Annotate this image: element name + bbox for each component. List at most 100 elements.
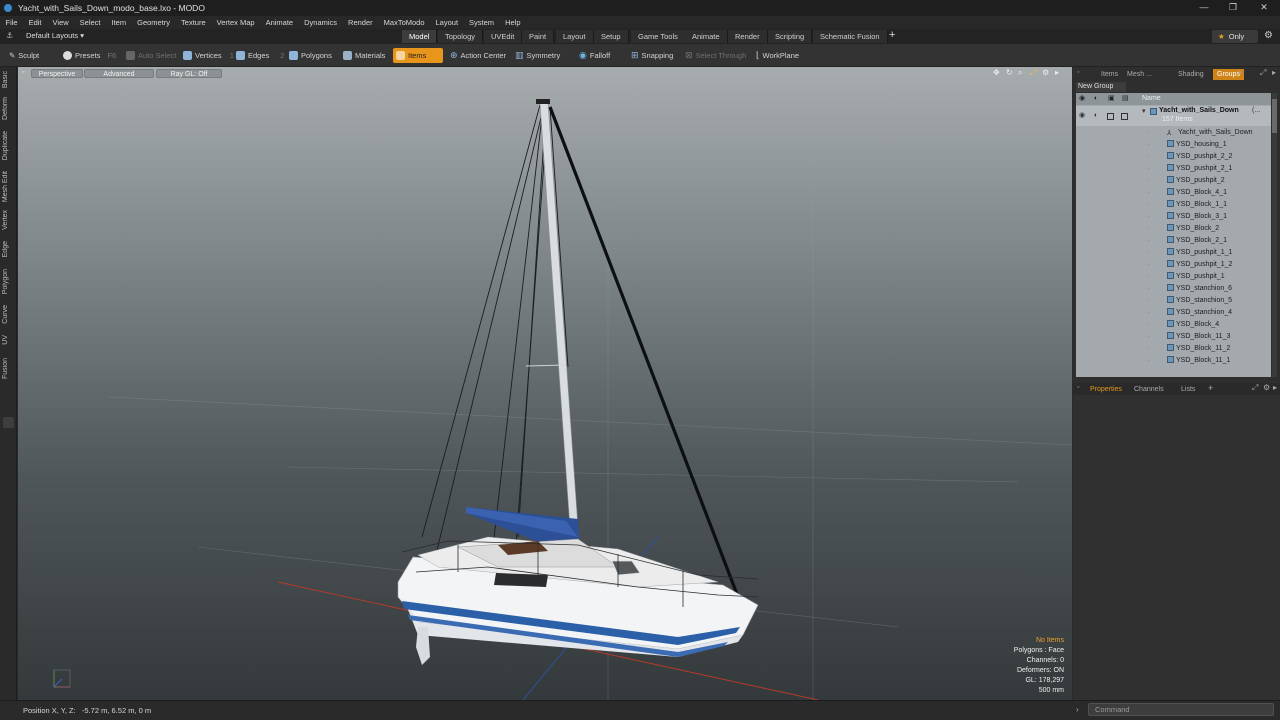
props-menu-icon[interactable]: ◦	[1077, 384, 1079, 391]
sculpt-button[interactable]: ✎ Sculpt	[6, 48, 43, 63]
menu-render[interactable]: Render	[343, 18, 379, 27]
panel-expand-icon[interactable]: ⤢	[1260, 68, 1266, 78]
new-group-button[interactable]: New Group	[1076, 82, 1126, 92]
tab-items[interactable]: Items	[1097, 69, 1122, 80]
tab-channels[interactable]: Channels	[1130, 384, 1168, 395]
menu-texture[interactable]: Texture	[176, 18, 212, 27]
tree-item-row[interactable]: · YSD_pushpit_1_2	[1076, 259, 1271, 271]
props-settings-icon[interactable]: ⚙	[1263, 383, 1270, 392]
menu-view[interactable]: View	[47, 18, 74, 27]
expand-arrow[interactable]: ▾	[1142, 106, 1146, 118]
menu-select[interactable]: Select	[74, 18, 106, 27]
tree-item-row[interactable]: · YSD_stanchion_6	[1076, 283, 1271, 295]
props-expand-icon[interactable]: ⤢	[1252, 383, 1258, 393]
menu-layout[interactable]: Layout	[430, 18, 464, 27]
tab-duplicate[interactable]: Duplicate	[2, 131, 9, 160]
tab-scroll-button[interactable]	[3, 417, 14, 428]
tab-uv[interactable]: UV	[2, 335, 9, 345]
tree-item-row[interactable]: · YSD_pushpit_2	[1076, 175, 1271, 187]
tab-edge[interactable]: Edge	[2, 241, 9, 257]
close-button[interactable]: ✕	[1248, 0, 1280, 16]
tab-render[interactable]: Render	[728, 30, 768, 43]
tab-uvedit[interactable]: UVEdit	[484, 30, 523, 43]
tree-item-row[interactable]: · YSD_Block_4	[1076, 319, 1271, 331]
tree-item-row[interactable]: · YSD_Block_11_2	[1076, 343, 1271, 355]
gear-icon[interactable]: ⚙	[1264, 30, 1273, 41]
tree-item-row[interactable]: · YSD_stanchion_4	[1076, 307, 1271, 319]
tree-item-row[interactable]: · YSD_pushpit_2_2	[1076, 151, 1271, 163]
tab-setup[interactable]: Setup	[594, 30, 629, 43]
menu-help[interactable]: Help	[500, 18, 526, 27]
menu-geometry[interactable]: Geometry	[132, 18, 176, 27]
edges-button[interactable]: Edges 2	[233, 48, 288, 63]
snapping-button[interactable]: ⊞ Snapping	[628, 48, 677, 63]
materials-button[interactable]: Materials	[340, 48, 389, 63]
workplane-button[interactable]: ⌊ WorkPlane	[753, 48, 803, 63]
items-button[interactable]: Items	[393, 48, 443, 63]
layout-dropdown[interactable]: Default Layouts ▾	[26, 31, 84, 40]
menu-system[interactable]: System	[464, 18, 500, 27]
tree-item-row[interactable]: · YSD_Block_4_1	[1076, 187, 1271, 199]
render-toggle[interactable]: ◐	[1094, 110, 1098, 122]
tree-item-row[interactable]: · YSD_Block_2	[1076, 223, 1271, 235]
vertices-button[interactable]: Vertices 1	[180, 48, 238, 63]
panel-next-icon[interactable]: ▸	[1272, 68, 1276, 77]
falloff-button[interactable]: ◉ Falloff	[576, 48, 614, 63]
menu-dynamics[interactable]: Dynamics	[299, 18, 343, 27]
menu-animate[interactable]: Animate	[260, 18, 299, 27]
tab-layout[interactable]: Layout	[556, 30, 594, 43]
panel-menu-icon[interactable]: ◦	[1077, 69, 1079, 76]
tab-dropdown-icon[interactable]: ▾	[1238, 69, 1242, 77]
tree-item-row[interactable]: · YSD_Block_1_1	[1076, 199, 1271, 211]
menu-edit[interactable]: Edit	[23, 18, 47, 27]
select-through-button[interactable]: ⊠ Select Through	[682, 48, 750, 63]
tab-topology[interactable]: Topology	[438, 30, 484, 43]
pin-icon[interactable]: ⚓	[6, 31, 13, 40]
tree-item-row[interactable]: · YSD_pushpit_2_1	[1076, 163, 1271, 175]
tab-mesh-edit[interactable]: Mesh Edit	[2, 171, 9, 202]
tree-item-row[interactable]: · YSD_Block_11_3	[1076, 331, 1271, 343]
polygons-button[interactable]: Polygons	[286, 48, 336, 63]
tree-item-row[interactable]: · YSD_Block_2_1	[1076, 235, 1271, 247]
tree-item-row[interactable]: · YSD_stanchion_5	[1076, 295, 1271, 307]
menu-vertex-map[interactable]: Vertex Map	[211, 18, 260, 27]
tree-item-row[interactable]: · YSD_Block_3_1	[1076, 211, 1271, 223]
tab-game-tools[interactable]: Game Tools	[631, 30, 686, 43]
tree-item-row[interactable]: · ⅄ Yacht_with_Sails_Down	[1076, 127, 1271, 139]
tree-item-row[interactable]: · YSD_housing_1	[1076, 139, 1271, 151]
tab-model[interactable]: Model	[402, 30, 438, 43]
tab-curve[interactable]: Curve	[2, 305, 9, 324]
command-input[interactable]: Command	[1088, 703, 1274, 716]
symmetry-button[interactable]: ▥ Symmetry	[512, 48, 564, 63]
presets-button[interactable]: Presets F6	[60, 48, 120, 63]
menu-maxtomodo[interactable]: MaxToModo	[378, 18, 430, 27]
tree-item-row[interactable]: · YSD_Block_11_1	[1076, 355, 1271, 367]
tab-shading[interactable]: Shading	[1174, 69, 1208, 80]
add-tab-button[interactable]: +	[889, 29, 895, 41]
tab-fusion[interactable]: Fusion	[2, 358, 9, 379]
tab-paint[interactable]: Paint	[522, 30, 555, 43]
tab-schematic-fusion[interactable]: Schematic Fusion	[813, 30, 888, 43]
action-center-button[interactable]: ⊕ Action Center	[447, 48, 510, 63]
maximize-button[interactable]: ❐	[1217, 0, 1249, 16]
group-row[interactable]: ◉ ◐ ▾ Yacht_with_Sails_Down (... 157 Ite…	[1076, 106, 1271, 126]
tab-basic[interactable]: Basic	[2, 71, 9, 88]
props-next-icon[interactable]: ▸	[1273, 383, 1277, 392]
menu-item[interactable]: Item	[106, 18, 132, 27]
tab-polygon[interactable]: Polygon	[2, 269, 9, 294]
tree-item-row[interactable]: · YSD_pushpit_1_1	[1076, 247, 1271, 259]
3d-viewport[interactable]: ◦ Perspective Advanced Ray GL: Off ✥ ↻ ⌕…	[18, 67, 1072, 700]
menu-file[interactable]: File	[0, 18, 23, 27]
tab-mesh[interactable]: Mesh ...	[1123, 69, 1156, 80]
add-props-tab-button[interactable]: +	[1208, 383, 1213, 393]
select-toggle[interactable]	[1121, 113, 1128, 120]
tab-vertex[interactable]: Vertex	[2, 210, 9, 230]
tab-animate[interactable]: Animate	[685, 30, 728, 43]
lock-toggle[interactable]	[1107, 113, 1114, 120]
minimize-button[interactable]: —	[1188, 0, 1220, 16]
tab-deform[interactable]: Deform	[2, 97, 9, 120]
only-toggle[interactable]: ★ Only	[1212, 30, 1258, 43]
tree-scroll-thumb[interactable]	[1272, 99, 1277, 133]
visibility-toggle[interactable]: ◉	[1079, 110, 1085, 122]
tab-lists[interactable]: Lists	[1177, 384, 1199, 395]
